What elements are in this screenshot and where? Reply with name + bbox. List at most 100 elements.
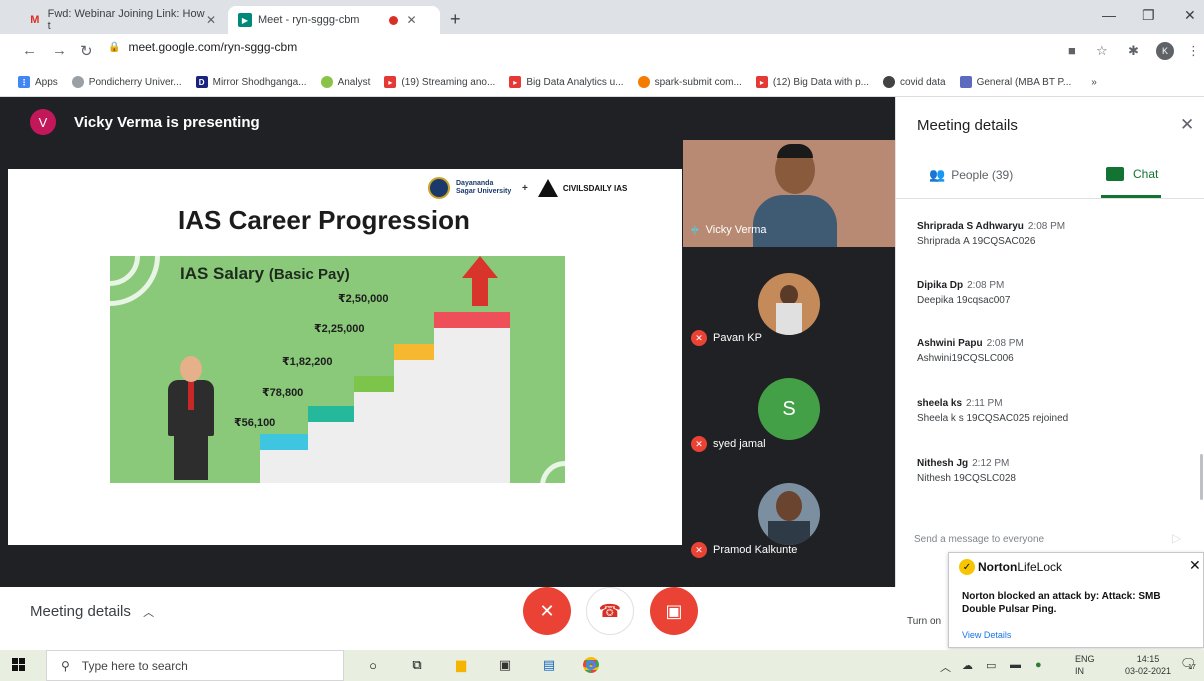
search-icon: ⚲ xyxy=(61,658,70,673)
chrome-icon[interactable] xyxy=(582,656,600,674)
camera-toggle-button[interactable]: ▣ xyxy=(650,587,698,635)
app-icon[interactable]: ▤ xyxy=(540,656,558,674)
turn-on-captions-button[interactable]: Turn on xyxy=(907,616,941,627)
menu-icon[interactable]: ⋮ xyxy=(1187,43,1200,59)
up-arrow-stem xyxy=(472,276,488,306)
bookmark-item[interactable]: ▸ (12) Big Data with p... xyxy=(755,76,869,88)
message-text: Ashwini19CQSLC006 xyxy=(917,353,1014,364)
logo-right: CIVILSDAILY IAS xyxy=(562,183,628,193)
battery-icon[interactable]: ▬ xyxy=(1010,659,1021,671)
bookmark-apps[interactable]: ⋮ Apps xyxy=(18,76,58,88)
tab-chat[interactable]: Chat xyxy=(1106,167,1158,181)
chat-input[interactable]: Send a message to everyone xyxy=(914,534,1044,545)
extensions-icon[interactable]: ✱ xyxy=(1128,43,1139,59)
participant-avatar[interactable]: S xyxy=(758,378,820,440)
bookmark-item[interactable]: D Mirror Shodhganga... xyxy=(195,76,307,88)
cortana-icon[interactable]: ○ xyxy=(364,656,382,674)
close-panel-button[interactable]: ✕ xyxy=(1180,115,1194,135)
slide-logos: Dayananda Sagar University + CIVILSDAILY… xyxy=(428,177,627,199)
system-clock[interactable]: 14:15 03-02-2021 xyxy=(1125,653,1171,677)
search-placeholder: Type here to search xyxy=(81,658,188,673)
maximize-button[interactable]: ❐ xyxy=(1142,7,1155,24)
bookmark-item[interactable]: Analyst xyxy=(320,76,370,88)
chat-message: Nithesh Jg 2:12 PM Nithesh 19CQSLC028 xyxy=(917,458,1016,484)
participant-photo xyxy=(780,285,798,305)
windows-start-icon[interactable] xyxy=(12,658,26,672)
close-tab-icon[interactable]: ✕ xyxy=(206,13,216,27)
minimize-button[interactable]: — xyxy=(1102,7,1116,23)
norton-tray-icon[interactable]: ● xyxy=(1035,659,1042,671)
language-indicator[interactable]: ENG IN xyxy=(1075,653,1095,677)
bookmarks-more-button[interactable]: » xyxy=(1091,77,1097,88)
presenting-text: Vicky Verma is presenting xyxy=(74,113,260,131)
file-explorer-icon[interactable]: ▆ xyxy=(452,656,470,674)
tab-meet[interactable]: ▶ Meet - ryn-sggg-cbm ✕ xyxy=(228,6,440,34)
message-time: 2:12 PM xyxy=(972,458,1010,469)
taskbar-search-box[interactable]: ⚲ Type here to search xyxy=(46,650,344,681)
lang-bottom: IN xyxy=(1075,666,1084,676)
stair-cap xyxy=(354,376,394,392)
presentation-slide: Dayananda Sagar University + CIVILSDAILY… xyxy=(8,169,682,545)
participant-name: ✕ Pramod Kalkunte xyxy=(691,542,797,558)
tray-chevron-icon[interactable]: ︿ xyxy=(940,659,951,675)
participant-avatar[interactable] xyxy=(758,273,820,335)
bookmark-item[interactable]: ▸ Big Data Analytics u... xyxy=(509,76,624,88)
up-arrow-icon xyxy=(462,256,498,278)
close-window-button[interactable]: ✕ xyxy=(1184,7,1196,24)
bookmark-item[interactable]: Pondicherry Univer... xyxy=(71,76,182,88)
profile-avatar[interactable]: K xyxy=(1156,42,1174,60)
view-details-link[interactable]: View Details xyxy=(962,630,1011,640)
message-text: Deepika 19cqsac007 xyxy=(917,295,1011,306)
norton-brand: Norton xyxy=(978,560,1018,574)
chat-message: sheela ks 2:11 PM Sheela k s 19CQSAC025 r… xyxy=(917,398,1068,424)
bookmark-item[interactable]: ▸ (19) Streaming ano... xyxy=(384,76,495,88)
leave-call-button[interactable]: ☎ xyxy=(586,587,634,635)
chat-message: Ashwini Papu 2:08 PM Ashwini19CQSLC006 xyxy=(917,338,1024,364)
recording-icon xyxy=(389,15,399,25)
bookmark-item[interactable]: General (MBA BT P... xyxy=(959,76,1071,88)
tab-gmail[interactable]: M Fwd: Webinar Joining Link: How t ✕ xyxy=(18,6,226,34)
chat-scrollbar[interactable] xyxy=(1200,454,1203,500)
mic-off-icon: ✕ xyxy=(691,542,707,558)
salary-graphic: IAS Salary (Basic Pay) ₹56,100 ₹78,800 ₹… xyxy=(110,256,565,483)
reload-icon[interactable]: ↻ xyxy=(80,42,93,60)
spark-icon xyxy=(637,76,650,88)
url-field[interactable]: 🔒 meet.google.com/ryn-sggg-cbm xyxy=(108,40,297,54)
forward-arrow-icon[interactable]: → xyxy=(52,42,67,59)
network-icon[interactable]: ▭ xyxy=(986,659,996,672)
bookmark-item[interactable]: covid data xyxy=(883,76,946,88)
camera-icon[interactable]: ■ xyxy=(1068,43,1076,58)
task-view-icon[interactable]: ⧉ xyxy=(408,656,426,674)
salary-heading-main: IAS Salary xyxy=(180,264,265,283)
close-tab-icon[interactable]: ✕ xyxy=(406,13,416,27)
tab-people[interactable]: 👥 People (39) xyxy=(929,167,1013,183)
message-time: 2:08 PM xyxy=(967,280,1005,291)
star-icon[interactable]: ☆ xyxy=(1096,43,1108,59)
new-tab-button[interactable]: + xyxy=(450,9,461,30)
checkmark-icon: ✓ xyxy=(959,559,975,575)
chrome-logo xyxy=(583,657,599,673)
close-notification-button[interactable]: ✕ xyxy=(1189,557,1201,574)
chat-message: Dipika Dp 2:08 PM Deepika 19cqsac007 xyxy=(917,280,1010,306)
back-arrow-icon[interactable]: ← xyxy=(22,42,37,59)
windows-logo-pane xyxy=(19,658,25,664)
store-icon[interactable]: ▣ xyxy=(496,656,514,674)
apps-grid-icon: ⋮ xyxy=(18,76,30,88)
bookmark-label: Big Data Analytics u... xyxy=(526,76,624,88)
meeting-details-button[interactable]: Meeting details ︿ xyxy=(30,603,154,620)
participant-avatar[interactable] xyxy=(758,483,820,545)
notification-center-icon[interactable]: 🗨 17 xyxy=(1180,656,1197,672)
participant-video xyxy=(777,144,813,158)
send-icon[interactable]: ▷ xyxy=(1172,531,1181,545)
participant-name: ✕ syed jamal xyxy=(691,436,766,452)
message-sender: sheela ks xyxy=(917,398,963,409)
onedrive-icon[interactable]: ☁ xyxy=(962,659,973,672)
mic-off-icon: ✕ xyxy=(539,600,555,621)
url-text: meet.google.com/ryn-sggg-cbm xyxy=(128,40,298,54)
participant-name-text: Vicky Verma xyxy=(705,224,767,236)
bookmark-item[interactable]: spark-submit com... xyxy=(637,76,742,88)
browser-tab-strip: M Fwd: Webinar Joining Link: How t ✕ ▶ M… xyxy=(0,0,1204,34)
participant-name: ✕ Pavan KP xyxy=(691,330,762,346)
businessman-illustration xyxy=(180,356,202,382)
microphone-toggle-button[interactable]: ✕ xyxy=(523,587,571,635)
